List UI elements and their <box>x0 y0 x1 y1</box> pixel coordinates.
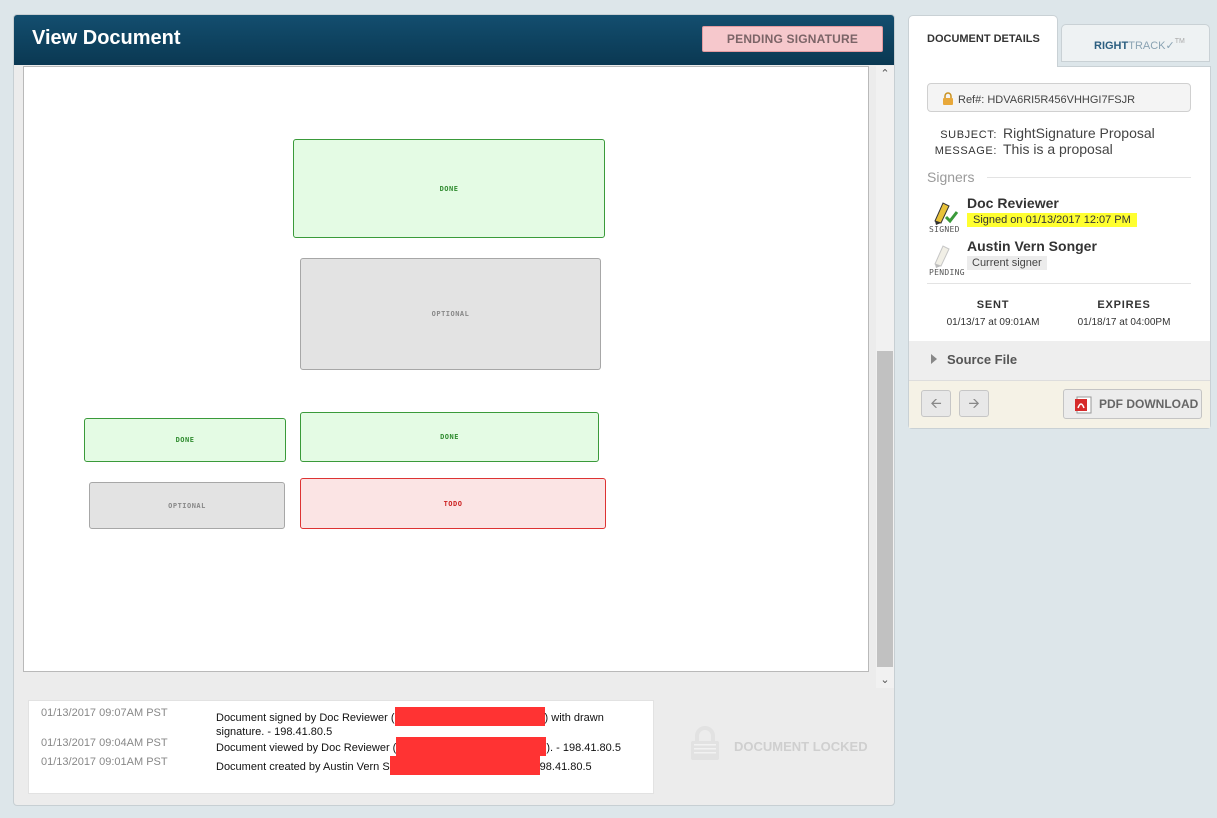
subject-row: SUBJECT: RightSignature Proposal <box>940 125 1155 141</box>
signature-field-optional[interactable]: OPTIONAL <box>300 258 601 370</box>
pending-signature-button[interactable]: PENDING SIGNATURE <box>702 26 883 52</box>
divider <box>927 283 1191 284</box>
expires-date: EXPIRES 01/18/17 at 04:00PM <box>1077 299 1171 328</box>
document-details-panel: Ref#: HDVA6RI5R456VHHGI7FSJR SUBJECT: Rig… <box>908 66 1211 429</box>
signature-field-optional[interactable]: OPTIONAL <box>89 482 285 529</box>
signature-field-done[interactable]: DONE <box>84 418 286 462</box>
document-locked-indicator: DOCUMENT LOCKED <box>688 725 878 769</box>
chevron-down-icon[interactable]: ⌄ <box>876 672 894 688</box>
subject-value: RightSignature Proposal <box>1003 125 1155 141</box>
signers-heading: Signers <box>927 169 975 185</box>
details-footer: 🡨 🡪 PDF DOWNLOAD <box>909 380 1210 428</box>
tab-righttrack[interactable]: RIGHTTRACK✓TM <box>1061 24 1210 62</box>
arrow-left-icon: 🡨 <box>930 395 942 411</box>
triangle-right-icon <box>931 354 937 364</box>
audit-text: Document signed by Doc Reviewer () with … <box>216 707 626 739</box>
righttrack-logo: RIGHT <box>1094 40 1129 52</box>
redaction <box>396 737 547 756</box>
audit-time: 01/13/2017 09:04AM PST <box>41 737 168 749</box>
document-viewer-panel: View Document PENDING SIGNATURE DONE OPT… <box>13 14 895 806</box>
signature-field-todo[interactable]: TODO <box>300 478 606 529</box>
signature-field-done[interactable]: DONE <box>300 412 599 462</box>
audit-text: Document viewed by Doc Reviewer (). - 19… <box>216 737 626 756</box>
signature-field-done[interactable]: DONE <box>293 139 605 238</box>
pdf-icon <box>1075 396 1092 414</box>
pen-signed-icon: SIGNED <box>929 197 961 237</box>
scroll-thumb[interactable] <box>877 351 893 667</box>
page-title: View Document <box>32 27 181 49</box>
check-icon: ✓ <box>1165 40 1175 52</box>
pen-pending-icon: PENDING <box>929 240 965 280</box>
audit-time: 01/13/2017 09:07AM PST <box>41 707 168 719</box>
tab-document-details[interactable]: DOCUMENT DETAILS <box>908 15 1058 67</box>
next-button[interactable]: 🡪 <box>959 390 989 417</box>
chevron-up-icon[interactable]: ⌃ <box>876 66 894 82</box>
arrow-right-icon: 🡪 <box>968 395 980 411</box>
audit-time: 01/13/2017 09:01AM PST <box>41 756 168 768</box>
redaction <box>389 756 540 775</box>
previous-button[interactable]: 🡨 <box>921 390 951 417</box>
signed-badge: Signed on 01/13/2017 12:07 PM <box>967 213 1137 227</box>
viewer-scrollbar[interactable]: ⌃ ⌄ <box>876 66 894 688</box>
audit-log: 01/13/2017 09:07AM PST Document signed b… <box>28 700 654 794</box>
lock-icon <box>943 92 953 105</box>
document-locked-label: DOCUMENT LOCKED <box>734 739 868 754</box>
divider <box>987 177 1191 178</box>
lock-icon <box>691 726 719 760</box>
pdf-download-button[interactable]: PDF DOWNLOAD <box>1063 389 1202 419</box>
document-page[interactable]: DONE OPTIONAL DONE DONE OPTIONAL TODO <box>23 66 869 672</box>
signer-name: Doc Reviewer <box>967 195 1059 211</box>
reference-number: Ref#: HDVA6RI5R456VHHGI7FSJR <box>927 83 1191 112</box>
redaction <box>394 707 545 726</box>
sent-date: SENT 01/13/17 at 09:01AM <box>946 299 1040 328</box>
signer-name: Austin Vern Songer <box>967 238 1097 254</box>
viewer-header: View Document PENDING SIGNATURE <box>14 15 894 65</box>
message-value: This is a proposal <box>1003 141 1113 157</box>
message-row: MESSAGE: This is a proposal <box>934 141 1113 157</box>
source-file-toggle[interactable]: Source File <box>909 341 1210 380</box>
audit-text: Document created by Austin Vern S 98.41.8… <box>216 756 626 775</box>
current-signer-badge: Current signer <box>967 256 1047 270</box>
